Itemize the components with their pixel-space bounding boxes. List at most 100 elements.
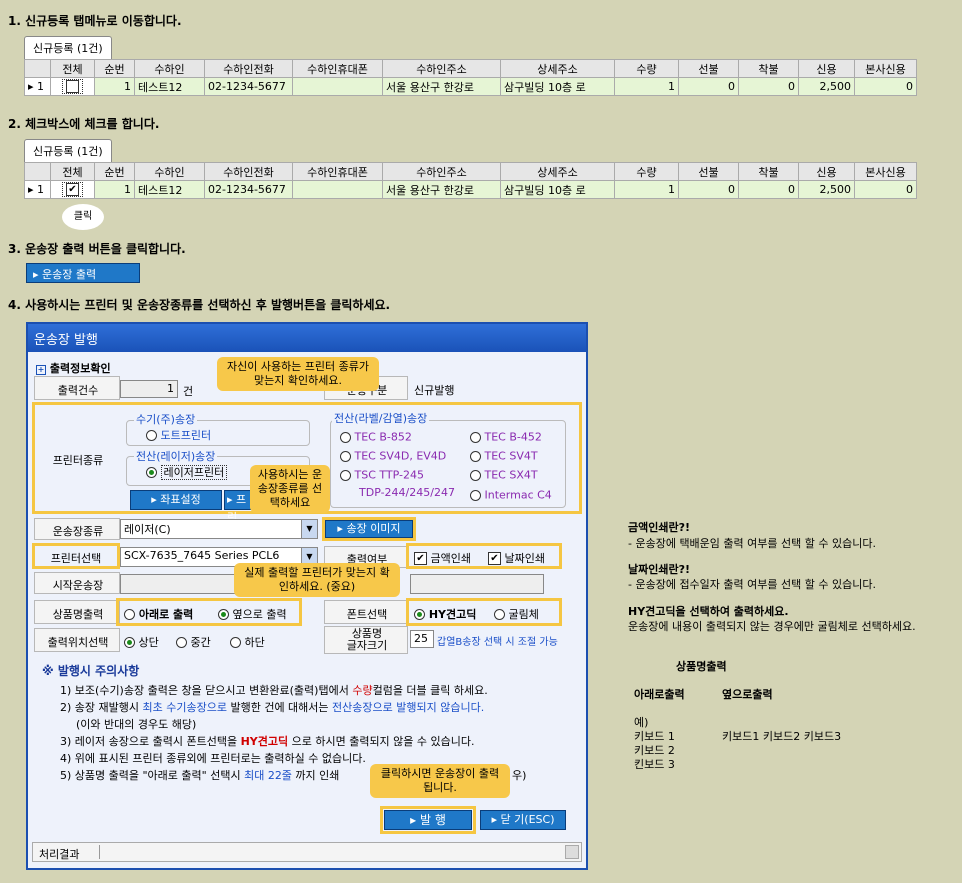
col-header[interactable]: 상세주소: [500, 59, 615, 78]
pos-bot-radio[interactable]: 하단: [230, 634, 265, 650]
tab-new-registration[interactable]: 신규등록 (1건): [24, 139, 112, 162]
side-amount-desc: - 운송장에 택배운임 출력 여부를 선택 할 수 있습니다.: [628, 537, 876, 550]
note-highlight: 전산송장으로 발행되지 않습니다.: [332, 701, 485, 714]
product-below-radio[interactable]: 아래로 출력: [124, 606, 193, 622]
callout-issue: 클릭하시면 운송장이 출력됩니다.: [370, 764, 510, 798]
col-header[interactable]: 순번: [94, 162, 135, 181]
font-label: 폰트선택: [346, 608, 388, 621]
radio-icon: [124, 636, 135, 648]
section-header: + 출력정보확인: [36, 360, 111, 376]
col-header[interactable]: 전체: [50, 162, 95, 181]
amount-print-checkbox[interactable]: ✔ 금액인쇄: [414, 550, 471, 566]
note-text: 3) 레이저 송장으로 출력시 폰트선택을: [60, 735, 241, 748]
tec-b452-radio[interactable]: TEC B-452: [470, 430, 542, 444]
col-header[interactable]: 수량: [614, 59, 679, 78]
col-header[interactable]: 선불: [678, 162, 739, 181]
col-header[interactable]: 수량: [614, 162, 679, 181]
col-header[interactable]: 수하인: [134, 59, 205, 78]
click-bubble: 클릭: [62, 204, 104, 230]
waybill-type-label: 운송장종류: [52, 525, 104, 538]
cell-phone: 02-1234-5677: [204, 77, 293, 96]
issue-button[interactable]: ▸ 발 행: [384, 810, 472, 830]
pos-top-radio[interactable]: 상단: [124, 634, 159, 650]
col-header[interactable]: 수하인: [134, 162, 205, 181]
radio-icon: [340, 431, 351, 443]
coord-setting-button[interactable]: ▸ 좌표설정: [130, 490, 222, 510]
col-header[interactable]: 수하인전화: [204, 59, 293, 78]
col-header: [24, 162, 51, 181]
side-col-side: 옆으로출력: [722, 688, 773, 701]
printer-select-value: SCX-7635_7645 Series PCL6: [124, 549, 280, 562]
cell-cod: 0: [738, 180, 799, 199]
row-indicator: ▸ 1: [24, 180, 51, 199]
note-3: 3) 레이저 송장으로 출력시 폰트선택을 HY견고딕 으로 하시면 출력되지 …: [60, 733, 475, 749]
check-icon: ✔: [414, 551, 427, 565]
col-header[interactable]: 상세주소: [500, 162, 615, 181]
tec-sv4t-label: TEC SV4T: [484, 449, 538, 463]
print-waybill-button[interactable]: ▸ 운송장 출력: [26, 263, 140, 283]
table-row[interactable]: ▸ 1 1 테스트12 02-1234-5677 서울 용산구 한강로 삼구빌딩…: [24, 77, 917, 96]
resize-grip-icon[interactable]: [565, 845, 579, 859]
col-header[interactable]: 순번: [94, 59, 135, 78]
chevron-down-icon[interactable]: ▼: [301, 520, 317, 538]
tsc-ttp245-radio[interactable]: TSC TTP-245: [340, 468, 424, 482]
col-header[interactable]: 신용: [798, 59, 855, 78]
intermac-radio[interactable]: Intermac C4: [470, 488, 552, 502]
amount-print-label: 금액인쇄: [430, 552, 471, 565]
close-button[interactable]: ▸ 닫 기(ESC): [480, 810, 566, 830]
tec-sx4t-radio[interactable]: TEC SX4T: [470, 468, 538, 482]
radio-icon: [176, 636, 187, 648]
note-1: 1) 보조(수기)송장 출력은 창을 닫으시고 변환완료(출력)탭에서 수량컬럼…: [60, 682, 488, 698]
col-header[interactable]: 본사신용: [854, 162, 917, 181]
side-hy-title: HY견고딕을 선택하여 출력하세요.: [628, 605, 789, 618]
side-hy-desc: 운송장에 내용이 출력되지 않는 경우에만 굴림체로 선택하세요.: [628, 620, 916, 633]
waybill-type-select[interactable]: 레이저(C) ▼: [120, 519, 318, 539]
side-example: 예): [634, 716, 649, 729]
col-header[interactable]: 전체: [50, 59, 95, 78]
print-waybill-label: 운송장 출력: [42, 268, 97, 281]
row-checkbox-checked[interactable]: ✔: [66, 183, 79, 197]
tec-sv4t-radio[interactable]: TEC SV4T: [470, 449, 538, 463]
product-label-cell: 상품명출력: [34, 600, 120, 624]
tec-sv4d-radio[interactable]: TEC SV4D, EV4D: [340, 449, 446, 463]
font-gulim-radio[interactable]: 굴림체: [494, 606, 539, 622]
dot-printer-radio[interactable]: 도트프린터: [146, 427, 211, 443]
col-header[interactable]: 수하인전화: [204, 162, 293, 181]
size-field[interactable]: 25: [410, 630, 434, 648]
start-label: 시작운송장: [52, 579, 104, 592]
row-checkbox-cell[interactable]: ✔: [50, 180, 95, 199]
tab-new-registration[interactable]: 신규등록 (1건): [24, 36, 112, 59]
cell-detail: 삼구빌딩 10층 로: [500, 180, 615, 199]
radio-icon: [470, 469, 481, 481]
date-print-checkbox[interactable]: ✔ 날짜인쇄: [488, 550, 545, 566]
waybill-image-button[interactable]: ▸ 송장 이미지: [325, 520, 413, 538]
col-header[interactable]: 수하인주소: [382, 59, 501, 78]
side-kb-line: 키보드1 키보드2 키보드3: [722, 730, 842, 743]
cell-addr: 서울 용산구 한강로: [382, 77, 501, 96]
radio-icon: [340, 450, 351, 462]
grid-table: 전체 순번 수하인 수하인전화 수하인휴대폰 수하인주소 상세주소 수량 선불 …: [24, 162, 917, 199]
col-header[interactable]: 신용: [798, 162, 855, 181]
row-checkbox-cell[interactable]: [50, 77, 95, 96]
col-header[interactable]: 수하인휴대폰: [292, 59, 383, 78]
play-icon: ▸: [33, 268, 43, 281]
col-header[interactable]: 본사신용: [854, 59, 917, 78]
col-header[interactable]: 착불: [738, 59, 799, 78]
col-header[interactable]: 착불: [738, 162, 799, 181]
col-header[interactable]: 수하인휴대폰: [292, 162, 383, 181]
tsc-ttp245-label: TSC TTP-245: [354, 468, 424, 482]
product-side-radio[interactable]: 옆으로 출력: [218, 606, 287, 622]
tec-b852-label: TEC B-852: [354, 430, 412, 444]
cell-qty: 1: [614, 180, 679, 199]
col-header[interactable]: 선불: [678, 59, 739, 78]
pos-mid-radio[interactable]: 중간: [176, 634, 211, 650]
col-header[interactable]: 수하인주소: [382, 162, 501, 181]
play-icon: ▸: [227, 493, 237, 506]
end-waybill-field[interactable]: [410, 574, 544, 594]
laser-printer-radio[interactable]: 레이저프린터: [146, 464, 228, 480]
tec-b852-radio[interactable]: TEC B-852: [340, 430, 412, 444]
cell-credit: 2,500: [798, 180, 855, 199]
font-hy-radio[interactable]: HY견고딕: [414, 606, 476, 622]
row-checkbox[interactable]: [66, 80, 79, 94]
table-row[interactable]: ▸ 1 ✔ 1 테스트12 02-1234-5677 서울 용산구 한강로 삼구…: [24, 180, 917, 199]
